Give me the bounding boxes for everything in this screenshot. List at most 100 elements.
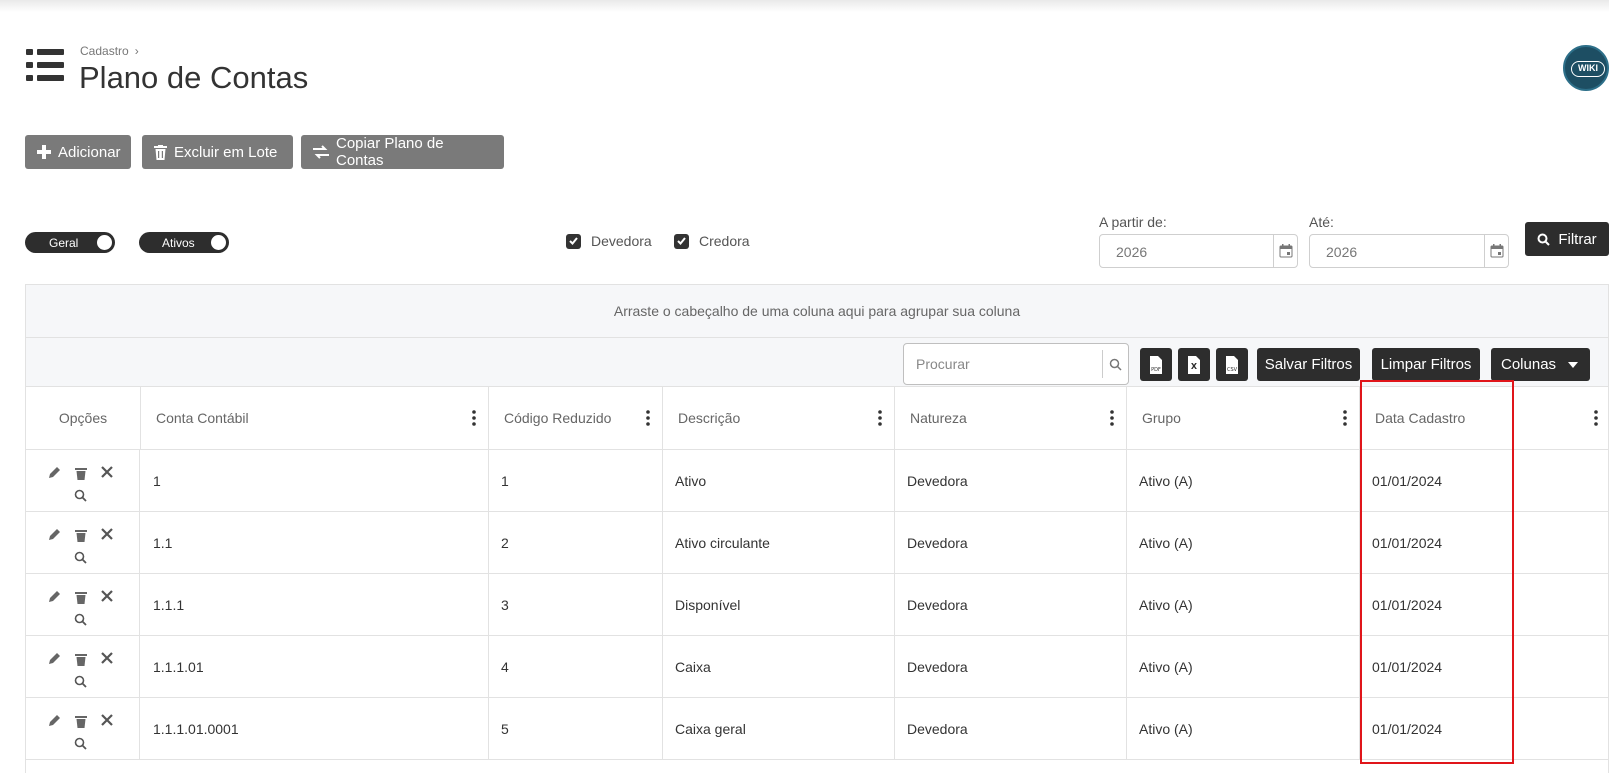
filter-button-label: Filtrar: [1558, 230, 1597, 248]
filter-button[interactable]: Filtrar: [1525, 222, 1609, 256]
cell-group: Ativo (A): [1127, 698, 1360, 760]
accounts-grid: Arraste o cabeçalho de uma coluna aqui p…: [25, 284, 1609, 773]
header-group[interactable]: Grupo: [1127, 387, 1360, 450]
cell-group: Ativo (A): [1127, 450, 1360, 512]
header-description[interactable]: Descrição: [663, 387, 895, 450]
header-code[interactable]: Código Reduzido: [489, 387, 663, 450]
close-icon[interactable]: [99, 712, 115, 728]
header-group-label: Grupo: [1142, 410, 1181, 426]
plus-icon: [37, 145, 51, 159]
csv-export-icon[interactable]: CSV: [1216, 348, 1248, 381]
table-row[interactable]: 1.1 2 Ativo circulante Devedora Ativo (A…: [26, 512, 1608, 574]
edit-icon[interactable]: [46, 651, 62, 667]
group-panel[interactable]: Arraste o cabeçalho de uma coluna aqui p…: [26, 285, 1608, 338]
search-icon[interactable]: [72, 487, 88, 503]
svg-text:PDF: PDF: [1151, 367, 1161, 373]
to-date-label: Até:: [1309, 214, 1334, 230]
table-row[interactable]: 1.1.1.01.0001 5 Caixa geral Devedora Ati…: [26, 698, 1608, 760]
column-menu-icon[interactable]: [878, 409, 882, 427]
trash-icon[interactable]: [73, 713, 89, 729]
header-description-label: Descrição: [678, 410, 741, 426]
pdf-export-icon[interactable]: PDF: [1140, 348, 1172, 381]
swap-arrows-icon: [313, 145, 329, 159]
cell-description: Caixa geral: [663, 698, 895, 760]
edit-icon[interactable]: [46, 713, 62, 729]
column-menu-icon[interactable]: [646, 409, 650, 427]
table-row[interactable]: 1.1.1.01 4 Caixa Devedora Ativo (A) 01/0…: [26, 636, 1608, 698]
header-options: Opções: [26, 387, 141, 450]
toggle-geral-label: Geral: [49, 235, 79, 250]
header-nature[interactable]: Natureza: [895, 387, 1127, 450]
trash-icon[interactable]: [73, 527, 89, 543]
cell-description: Ativo: [663, 450, 895, 512]
cell-description: Caixa: [663, 636, 895, 698]
cell-description: Disponível: [663, 574, 895, 636]
excel-export-icon[interactable]: X: [1178, 348, 1210, 381]
cell-date: 01/01/2024: [1372, 659, 1443, 675]
column-menu-icon[interactable]: [1110, 409, 1114, 427]
search-input[interactable]: [916, 344, 1096, 384]
checkbox-credora[interactable]: Credora: [674, 233, 750, 249]
row-options: [26, 698, 140, 760]
toggle-geral[interactable]: Geral: [25, 232, 115, 253]
header-account[interactable]: Conta Contábil: [141, 387, 489, 450]
checkbox-credora-label: Credora: [699, 233, 750, 249]
save-filters-button[interactable]: Salvar Filtros: [1257, 348, 1360, 381]
close-icon[interactable]: [99, 464, 115, 480]
search-icon[interactable]: [72, 611, 88, 627]
header-date[interactable]: Data Cadastro: [1360, 387, 1609, 450]
trash-icon[interactable]: [73, 651, 89, 667]
search-icon[interactable]: [72, 549, 88, 565]
wiki-button[interactable]: WIKI: [1563, 45, 1609, 91]
copy-plan-button-label: Copiar Plano de Contas: [336, 135, 444, 169]
edit-icon[interactable]: [46, 465, 62, 481]
clear-filters-button[interactable]: Limpar Filtros: [1372, 348, 1480, 381]
list-menu-icon[interactable]: [26, 47, 64, 83]
edit-icon[interactable]: [46, 589, 62, 605]
toggle-ativos-knob: [211, 235, 226, 250]
copy-plan-button[interactable]: Copiar Plano de Contas: [301, 135, 504, 169]
to-date-value: 2026: [1326, 244, 1358, 260]
cell-code: 1: [489, 450, 663, 512]
from-date-value: 2026: [1116, 244, 1148, 260]
columns-dropdown-button[interactable]: Colunas: [1491, 348, 1590, 381]
check-icon: [566, 233, 581, 249]
cell-description: Ativo circulante: [663, 512, 895, 574]
column-menu-icon[interactable]: [1594, 409, 1598, 427]
toggle-ativos[interactable]: Ativos: [139, 232, 229, 253]
column-menu-icon[interactable]: [1343, 409, 1347, 427]
trash-icon[interactable]: [73, 465, 89, 481]
calendar-icon[interactable]: [1273, 235, 1297, 267]
checkbox-devedora-label: Devedora: [591, 233, 652, 249]
header-code-label: Código Reduzido: [504, 410, 612, 426]
close-icon[interactable]: [99, 588, 115, 604]
table-row[interactable]: 1 1 Ativo Devedora Ativo (A) 01/01/2024: [26, 450, 1608, 512]
search-icon[interactable]: [1102, 350, 1128, 378]
svg-text:CSV: CSV: [1227, 367, 1238, 373]
to-date-field[interactable]: 2026: [1309, 234, 1509, 268]
calendar-icon[interactable]: [1484, 235, 1508, 267]
trash-icon[interactable]: [73, 589, 89, 605]
check-icon: [674, 233, 689, 249]
column-menu-icon[interactable]: [472, 409, 476, 427]
cell-code: 5: [489, 698, 663, 760]
close-icon[interactable]: [99, 650, 115, 666]
cell-nature: Devedora: [895, 698, 1127, 760]
breadcrumb-item-cadastro[interactable]: Cadastro: [80, 44, 129, 58]
cell-group: Ativo (A): [1127, 574, 1360, 636]
cell-nature: Devedora: [895, 636, 1127, 698]
cell-date: 01/01/2024: [1372, 721, 1443, 737]
checkbox-devedora[interactable]: Devedora: [566, 233, 652, 249]
search-icon[interactable]: [72, 735, 88, 751]
from-date-field[interactable]: 2026: [1099, 234, 1298, 268]
cell-account: 1: [141, 450, 489, 512]
table-row[interactable]: 1.1.1 3 Disponível Devedora Ativo (A) 01…: [26, 574, 1608, 636]
bulk-delete-button[interactable]: Excluir em Lote: [142, 135, 293, 169]
search-icon[interactable]: [72, 673, 88, 689]
edit-icon[interactable]: [46, 527, 62, 543]
from-date-label: A partir de:: [1099, 214, 1167, 230]
close-icon[interactable]: [99, 526, 115, 542]
toggle-ativos-label: Ativos: [162, 235, 195, 250]
add-button[interactable]: Adicionar: [25, 135, 131, 169]
row-options: [26, 512, 140, 574]
